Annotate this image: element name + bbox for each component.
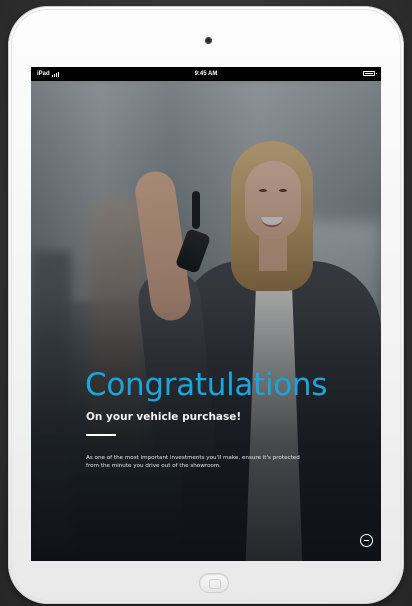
battery-icon <box>363 71 377 76</box>
hero-content: Congratulations On your vehicle purchase… <box>31 81 381 561</box>
tablet-frame: iPad 9:45 AM Congratulations On your veh… <box>8 6 404 604</box>
camera-icon <box>205 37 212 44</box>
menu-icon <box>364 540 369 541</box>
home-button-icon[interactable] <box>199 573 229 593</box>
tablet-screen: iPad 9:45 AM Congratulations On your veh… <box>31 67 381 561</box>
page-title: Congratulations <box>85 367 328 403</box>
body-copy: As one of the most important investments… <box>86 455 300 469</box>
page-subtitle: On your vehicle purchase! <box>86 411 242 423</box>
presentation-stage: iPad 9:45 AM Congratulations On your veh… <box>0 0 412 606</box>
divider <box>86 434 116 436</box>
menu-button[interactable] <box>360 534 373 547</box>
status-time: 9:45 AM <box>194 71 218 77</box>
status-bar: iPad 9:45 AM <box>31 67 381 81</box>
